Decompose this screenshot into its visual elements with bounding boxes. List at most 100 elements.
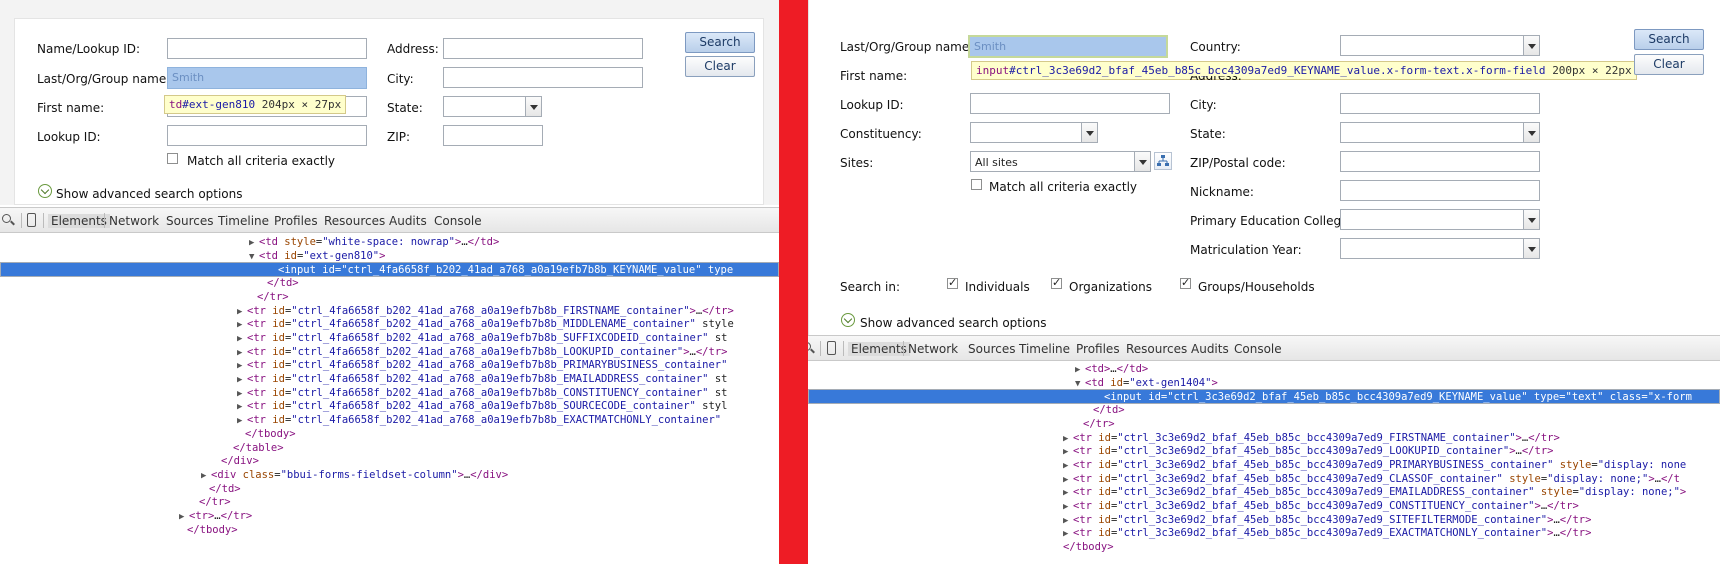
lookup-id-input[interactable] [970, 93, 1170, 114]
groups-label: Groups/Households [1198, 280, 1315, 294]
expand-icon[interactable] [841, 313, 855, 327]
tab-profiles[interactable]: Profiles [274, 214, 318, 228]
markup-text: <td style="white-space: nowrap">…</td> [259, 236, 500, 248]
markup-text: <tr id="ctrl_4fa6658f_b202_41ad_a768_a0a… [247, 386, 728, 399]
chevron-down-icon[interactable] [1081, 123, 1097, 142]
lookup-id-input[interactable] [167, 125, 367, 146]
chevron-down-icon[interactable] [1523, 123, 1539, 142]
name-lookup-label: Name/Lookup ID: [37, 42, 141, 56]
nickname-label: Nickname: [1190, 185, 1254, 199]
last-org-group-input[interactable]: Smith [968, 35, 1168, 58]
clear-button[interactable]: Clear [1634, 54, 1704, 75]
tab-elements[interactable]: Elements [48, 214, 110, 228]
search-in-label: Search in: [840, 280, 901, 294]
zip-input[interactable] [1340, 151, 1540, 172]
markup-text: </tbody> [187, 523, 238, 536]
tab-elements[interactable]: Elements [848, 342, 910, 356]
tooltip-selector: #ext-gen810 [182, 98, 256, 111]
tab-sources[interactable]: Sources [166, 214, 213, 228]
right-margin [764, 18, 779, 205]
last-org-group-label: Last/Org/Group name: [37, 72, 171, 86]
tab-timeline[interactable]: Timeline [218, 214, 269, 228]
markup-text: <tr>…</tr> [189, 510, 253, 522]
device-mode-icon[interactable] [27, 213, 36, 227]
tab-audits[interactable]: Audits [389, 214, 427, 228]
inspect-icon[interactable] [2, 214, 14, 226]
constituency-select[interactable] [970, 122, 1098, 143]
markup-text: <tr id="ctrl_4fa6658f_b202_41ad_a768_a0a… [247, 373, 728, 385]
markup-text: <input id="ctrl_3c3e69d2_bfaf_45eb_b85c_… [1104, 391, 1692, 404]
sites-label: Sites: [840, 156, 874, 170]
markup-text: </div> [221, 455, 259, 468]
tab-network[interactable]: Network [109, 214, 159, 228]
left-panel: Name/Lookup ID: Last/Org/Group name: Smi… [0, 0, 779, 564]
tab-timeline[interactable]: Timeline [1019, 342, 1070, 356]
expand-icon[interactable] [38, 184, 52, 198]
match-all-label: Match all criteria exactly [989, 180, 1138, 194]
clear-button[interactable]: Clear [685, 56, 755, 77]
country-label: Country: [1190, 40, 1241, 54]
tab-sources[interactable]: Sources [968, 342, 1015, 356]
left-margin [0, 18, 14, 205]
last-org-group-input[interactable]: Smith [167, 67, 367, 89]
last-org-group-value: Smith [172, 71, 205, 84]
tab-resources[interactable]: Resources [1126, 342, 1187, 356]
markup-text: <tr id="ctrl_3c3e69d2_bfaf_45eb_b85c_bcc… [1073, 445, 1554, 458]
address-input[interactable] [443, 38, 643, 59]
zip-input[interactable] [443, 125, 543, 146]
chevron-down-icon[interactable] [1523, 239, 1539, 258]
element-inspector-tooltip: input#ctrl_3c3e69d2_bfaf_45eb_b85c_bcc43… [971, 61, 1637, 80]
sites-select[interactable]: All sites [970, 151, 1151, 172]
right-panel: Last/Org/Group name: Smith input#ctrl_3c… [808, 0, 1720, 564]
markup-text: <tr id="ctrl_4fa6658f_b202_41ad_a768_a0a… [247, 359, 728, 372]
tab-audits[interactable]: Audits [1191, 342, 1229, 356]
inspect-icon[interactable] [808, 342, 814, 354]
groups-checkbox[interactable] [1180, 276, 1191, 289]
chevron-down-icon[interactable] [525, 97, 541, 116]
markup-text: <tr id="ctrl_4fa6658f_b202_41ad_a768_a0a… [247, 331, 728, 344]
toolbar-divider [104, 213, 105, 228]
matriculation-select[interactable] [1340, 238, 1540, 259]
tab-profiles[interactable]: Profiles [1076, 342, 1120, 356]
state-select[interactable] [443, 96, 542, 117]
individuals-checkbox[interactable] [947, 276, 958, 289]
advanced-search-link[interactable]: Show advanced search options [860, 316, 1047, 330]
tab-console[interactable]: Console [1234, 342, 1282, 356]
red-divider [779, 0, 808, 564]
device-mode-icon[interactable] [827, 341, 836, 355]
search-button[interactable]: Search [685, 32, 755, 53]
city-input[interactable] [1340, 93, 1540, 114]
site-hierarchy-icon[interactable] [1154, 152, 1172, 170]
markup-text: </table> [233, 441, 284, 454]
organizations-checkbox[interactable] [1051, 276, 1062, 289]
tab-resources[interactable]: Resources [324, 214, 385, 228]
primary-college-select[interactable] [1340, 209, 1540, 230]
search-button[interactable]: Search [1634, 29, 1704, 50]
lookup-id-label: Lookup ID: [37, 130, 101, 144]
markup-text: </tbody> [245, 427, 296, 440]
tree-row[interactable]: </tbody> [808, 540, 1720, 555]
markup-text: <tr id="ctrl_3c3e69d2_bfaf_45eb_b85c_bcc… [1073, 458, 1687, 471]
markup-text: </tr> [257, 290, 289, 303]
last-org-group-value: Smith [974, 40, 1007, 53]
tooltip-dims: 200px × 22px [1552, 64, 1632, 77]
city-input[interactable] [443, 67, 643, 88]
chevron-down-icon[interactable] [1134, 152, 1150, 171]
markup-text: <tr id="ctrl_4fa6658f_b202_41ad_a768_a0a… [247, 414, 722, 427]
chevron-down-icon[interactable] [1523, 36, 1539, 55]
markup-text: <td id="ext-gen810"> [259, 249, 386, 262]
markup-text: <tr id="ctrl_3c3e69d2_bfaf_45eb_b85c_bcc… [1073, 513, 1592, 526]
match-all-checkbox[interactable] [167, 153, 178, 164]
tab-network[interactable]: Network [908, 342, 958, 356]
state-select[interactable] [1340, 122, 1540, 143]
chevron-down-icon[interactable] [1523, 210, 1539, 229]
markup-text: </tbody> [1063, 541, 1114, 554]
match-all-checkbox[interactable] [971, 179, 982, 190]
advanced-search-link[interactable]: Show advanced search options [56, 187, 243, 201]
tree-row[interactable]: </tbody> [0, 523, 779, 538]
element-inspector-tooltip: td#ext-gen810 204px × 27px [164, 95, 347, 114]
name-lookup-input[interactable] [167, 38, 367, 59]
nickname-input[interactable] [1340, 180, 1540, 201]
tab-console[interactable]: Console [434, 214, 482, 228]
country-select[interactable] [1340, 35, 1540, 56]
